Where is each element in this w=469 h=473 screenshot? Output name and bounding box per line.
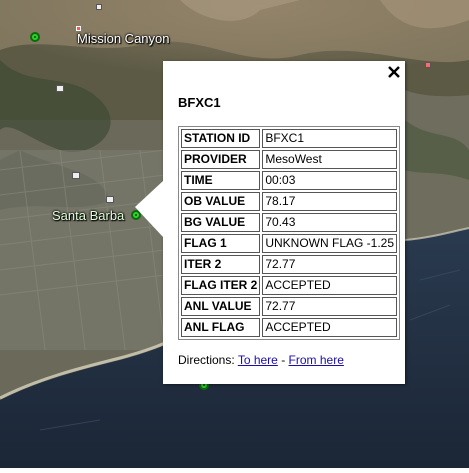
row-key: FLAG ITER 2 (181, 276, 261, 295)
row-key: FLAG 1 (181, 234, 261, 253)
row-value: 00:03 (262, 171, 398, 190)
row-value: 72.77 (262, 255, 398, 274)
map-poi-icon[interactable] (425, 62, 431, 68)
station-info-table: STATION ID BFXC1 PROVIDER MesoWest TIME … (178, 126, 401, 340)
row-value: 72.77 (262, 297, 398, 316)
row-value: MesoWest (262, 150, 398, 169)
map-label-santa-barbara: Santa Barba (52, 208, 125, 223)
row-value: BFXC1 (262, 129, 398, 148)
table-row: PROVIDER MesoWest (181, 150, 398, 169)
row-key: BG VALUE (181, 213, 261, 232)
row-key: ANL VALUE (181, 297, 261, 316)
from-here-link[interactable]: From here (289, 353, 344, 367)
map-poi-icon[interactable] (56, 85, 64, 92)
table-row: ANL FLAG ACCEPTED (181, 318, 398, 337)
map-label-mission-canyon: Mission Canyon (77, 31, 170, 46)
balloon-pointer (135, 181, 163, 237)
to-here-link[interactable]: To here (238, 353, 278, 367)
row-key: STATION ID (181, 129, 261, 148)
map-poi-icon[interactable] (96, 4, 102, 10)
map-poi-icon[interactable] (106, 196, 114, 203)
row-key: ITER 2 (181, 255, 261, 274)
table-row: ITER 2 72.77 (181, 255, 398, 274)
close-icon[interactable] (386, 64, 402, 80)
table-row: OB VALUE 78.17 (181, 192, 398, 211)
info-balloon: BFXC1 STATION ID BFXC1 PROVIDER MesoWest… (135, 61, 405, 384)
table-row: TIME 00:03 (181, 171, 398, 190)
table-row: FLAG 1 UNKNOWN FLAG -1.25 (181, 234, 398, 253)
row-value: ACCEPTED (262, 276, 398, 295)
station-marker-mission-canyon-west[interactable] (30, 32, 40, 42)
table-row: FLAG ITER 2 ACCEPTED (181, 276, 398, 295)
table-row: STATION ID BFXC1 (181, 129, 398, 148)
row-value: 70.43 (262, 213, 398, 232)
row-key: OB VALUE (181, 192, 261, 211)
row-value: ACCEPTED (262, 318, 398, 337)
balloon-title: BFXC1 (178, 95, 221, 110)
row-value: UNKNOWN FLAG -1.25 (262, 234, 398, 253)
table-row: ANL VALUE 72.77 (181, 297, 398, 316)
directions-label: Directions: (178, 353, 235, 367)
row-value: 78.17 (262, 192, 398, 211)
row-key: ANL FLAG (181, 318, 261, 337)
row-key: TIME (181, 171, 261, 190)
map-poi-icon[interactable] (72, 172, 80, 179)
row-key: PROVIDER (181, 150, 261, 169)
directions-line: Directions: To here - From here (178, 353, 344, 367)
table-row: BG VALUE 70.43 (181, 213, 398, 232)
map-poi-icon[interactable] (76, 26, 81, 31)
directions-separator: - (281, 353, 286, 367)
